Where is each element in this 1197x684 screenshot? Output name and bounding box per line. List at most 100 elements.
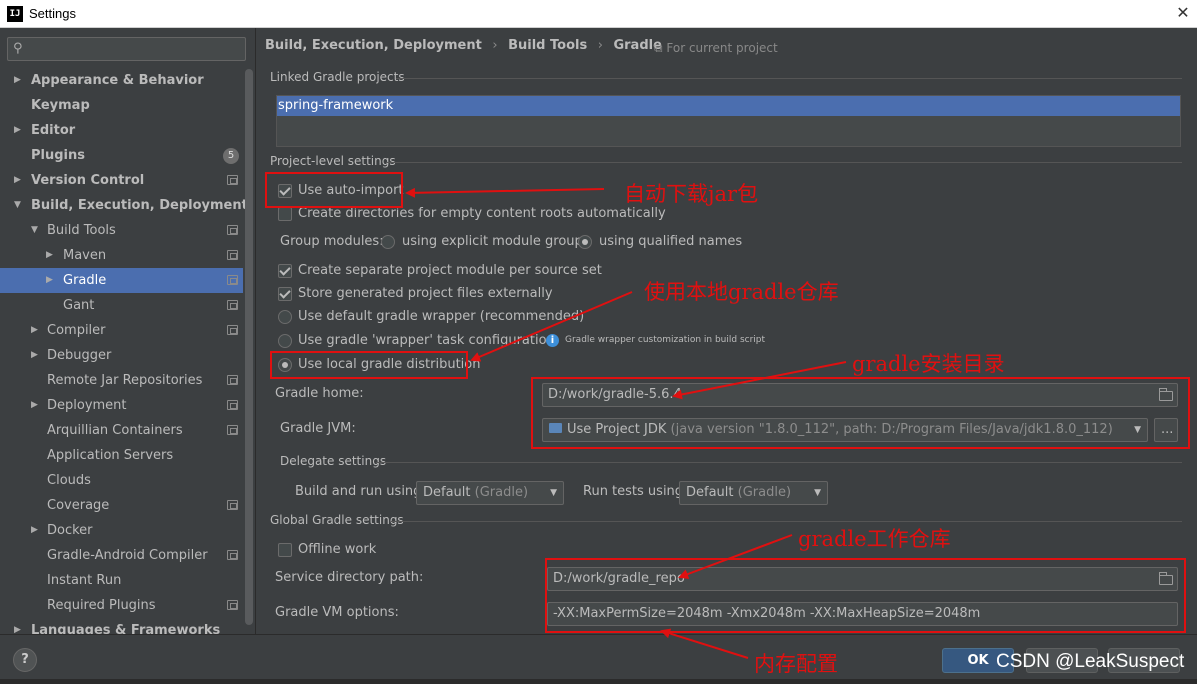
sidebar-item-build-execution-deployment[interactable]: ▼ Build, Execution, Deployment bbox=[0, 193, 248, 218]
help-button[interactable]: ? bbox=[13, 648, 37, 672]
sidebar-item-deployment[interactable]: ▶ Deployment bbox=[0, 393, 243, 418]
sidebar-item-arquillian-containers[interactable]: Arquillian Containers bbox=[0, 418, 243, 443]
chevron-right-icon[interactable]: ▶ bbox=[14, 168, 21, 193]
sidebar-item-label: Plugins bbox=[31, 148, 85, 163]
search-icon: ⚲ bbox=[13, 41, 23, 56]
sidebar-item-keymap[interactable]: Keymap bbox=[0, 93, 243, 118]
global-settings-title: Global Gradle settings bbox=[270, 513, 404, 527]
chevron-down-icon: ▼ bbox=[814, 488, 821, 498]
sidebar-item-label: Build, Execution, Deployment bbox=[31, 198, 248, 213]
sidebar-item-label: Appearance & Behavior bbox=[31, 73, 204, 88]
store-external-label[interactable]: Store generated project files externally bbox=[298, 286, 553, 301]
chevron-right-icon[interactable]: ▶ bbox=[31, 343, 38, 368]
annotation-box-local-distribution bbox=[270, 351, 468, 379]
project-scope-icon bbox=[227, 175, 238, 185]
chevron-right-icon[interactable]: ▶ bbox=[46, 268, 53, 293]
sidebar-item-application-servers[interactable]: Application Servers bbox=[0, 443, 243, 468]
scope-label: For current project bbox=[666, 41, 778, 55]
wrapper-task-radio[interactable] bbox=[278, 334, 292, 348]
default-wrapper-radio[interactable] bbox=[278, 310, 292, 324]
annotation-box-auto-import bbox=[265, 172, 403, 208]
settings-sidebar: ⚲ ▶ Appearance & Behavior Keymap ▶ Editor Plu… bbox=[0, 28, 255, 634]
chevron-right-icon[interactable]: ▶ bbox=[31, 393, 38, 418]
project-scope-icon bbox=[227, 375, 238, 385]
linked-projects-title: Linked Gradle projects bbox=[270, 70, 405, 84]
offline-work-label[interactable]: Offline work bbox=[298, 542, 376, 557]
create-dirs-checkbox[interactable] bbox=[278, 207, 292, 221]
sidebar-item-required-plugins[interactable]: Required Plugins bbox=[0, 593, 243, 618]
sidebar-item-plugins[interactable]: Plugins 5 bbox=[0, 143, 243, 168]
delegate-settings-title: Delegate settings bbox=[280, 454, 387, 468]
info-icon: i bbox=[546, 334, 559, 347]
chevron-down-icon[interactable]: ▼ bbox=[14, 193, 21, 218]
project-scope-icon bbox=[227, 225, 238, 235]
sidebar-item-editor[interactable]: ▶ Editor bbox=[0, 118, 243, 143]
sidebar-item-build-tools[interactable]: ▼ Build Tools bbox=[0, 218, 243, 243]
chevron-down-icon[interactable]: ▼ bbox=[31, 218, 38, 243]
sidebar-item-debugger[interactable]: ▶ Debugger bbox=[0, 343, 243, 368]
section-divider bbox=[391, 521, 1182, 522]
run-tests-select[interactable]: Default (Gradle) ▼ bbox=[679, 481, 828, 505]
sidebar-item-coverage[interactable]: Coverage bbox=[0, 493, 243, 518]
store-external-checkbox[interactable] bbox=[278, 287, 292, 301]
section-divider bbox=[376, 462, 1182, 463]
breadcrumb-separator: › bbox=[597, 38, 603, 53]
section-divider bbox=[386, 162, 1182, 163]
project-level-title: Project-level settings bbox=[270, 154, 396, 168]
group-qualified-label[interactable]: using qualified names bbox=[599, 234, 742, 249]
project-scope-icon bbox=[227, 600, 238, 610]
sidebar-item-version-control[interactable]: ▶ Version Control bbox=[0, 168, 243, 193]
default-wrapper-label[interactable]: Use default gradle wrapper (recommended) bbox=[298, 309, 584, 324]
vm-options-label: Gradle VM options: bbox=[275, 605, 399, 620]
separate-module-checkbox[interactable] bbox=[278, 264, 292, 278]
settings-search-input[interactable]: ⚲ bbox=[7, 37, 246, 61]
group-explicit-label[interactable]: using explicit module groups bbox=[402, 234, 590, 249]
close-icon[interactable]: ✕ bbox=[1174, 3, 1192, 23]
sidebar-item-remote-jar-repositories[interactable]: Remote Jar Repositories bbox=[0, 368, 243, 393]
chevron-right-icon[interactable]: ▶ bbox=[14, 618, 21, 634]
sidebar-item-label: Arquillian Containers bbox=[47, 423, 183, 438]
linked-projects-list[interactable]: spring-framework bbox=[276, 95, 1181, 147]
sidebar-item-label: Maven bbox=[63, 248, 107, 263]
build-run-label: Build and run using bbox=[295, 484, 422, 499]
sidebar-item-appearance-behavior[interactable]: ▶ Appearance & Behavior bbox=[0, 68, 243, 93]
sidebar-item-label: Required Plugins bbox=[47, 598, 156, 613]
chevron-right-icon[interactable]: ▶ bbox=[31, 318, 38, 343]
sidebar-item-label: Build Tools bbox=[47, 223, 116, 238]
sidebar-scrollbar[interactable] bbox=[245, 69, 253, 625]
sidebar-item-compiler[interactable]: ▶ Compiler bbox=[0, 318, 243, 343]
create-dirs-label[interactable]: Create directories for empty content roo… bbox=[298, 206, 666, 221]
sidebar-item-clouds[interactable]: Clouds bbox=[0, 468, 243, 493]
project-scope-icon bbox=[227, 550, 238, 560]
chevron-right-icon[interactable]: ▶ bbox=[46, 243, 53, 268]
sidebar-item-gradle-android-compiler[interactable]: Gradle-Android Compiler bbox=[0, 543, 243, 568]
sidebar-item-languages-frameworks[interactable]: ▶ Languages & Frameworks bbox=[0, 618, 243, 634]
sidebar-item-gant[interactable]: Gant bbox=[0, 293, 243, 318]
sidebar-item-maven[interactable]: ▶ Maven bbox=[0, 243, 243, 268]
linked-project-item[interactable]: spring-framework bbox=[277, 96, 1180, 116]
chevron-right-icon[interactable]: ▶ bbox=[31, 518, 38, 543]
sidebar-item-label: Gradle bbox=[63, 273, 107, 288]
build-run-select[interactable]: Default (Gradle) ▼ bbox=[416, 481, 564, 505]
sidebar-item-label: Compiler bbox=[47, 323, 106, 338]
breadcrumb-build-tools: Build Tools bbox=[508, 38, 588, 53]
sidebar-item-docker[interactable]: ▶ Docker bbox=[0, 518, 243, 543]
plugins-update-badge: 5 bbox=[223, 148, 239, 164]
run-tests-detail: (Gradle) bbox=[737, 485, 792, 500]
breadcrumb: Build, Execution, Deployment › Build Too… bbox=[265, 38, 668, 53]
chevron-right-icon[interactable]: ▶ bbox=[14, 118, 21, 143]
breadcrumb-separator: › bbox=[492, 38, 498, 53]
annotation-local-gradle: 使用本地gradle仓库 bbox=[644, 280, 839, 304]
group-explicit-radio[interactable] bbox=[381, 235, 395, 249]
annotation-install-dir: gradle安装目录 bbox=[852, 352, 1005, 376]
separate-module-label[interactable]: Create separate project module per sourc… bbox=[298, 263, 602, 278]
sidebar-item-label: Clouds bbox=[47, 473, 91, 488]
group-qualified-radio[interactable] bbox=[578, 235, 592, 249]
chevron-right-icon[interactable]: ▶ bbox=[14, 68, 21, 93]
sidebar-item-instant-run[interactable]: Instant Run bbox=[0, 568, 243, 593]
wrapper-hint[interactable]: Gradle wrapper customization in build sc… bbox=[565, 335, 765, 345]
offline-work-checkbox[interactable] bbox=[278, 543, 292, 557]
sidebar-item-gradle[interactable]: ▶ Gradle bbox=[0, 268, 243, 293]
service-dir-label: Service directory path: bbox=[275, 570, 424, 585]
wrapper-task-label[interactable]: Use gradle 'wrapper' task configuration bbox=[298, 333, 555, 348]
